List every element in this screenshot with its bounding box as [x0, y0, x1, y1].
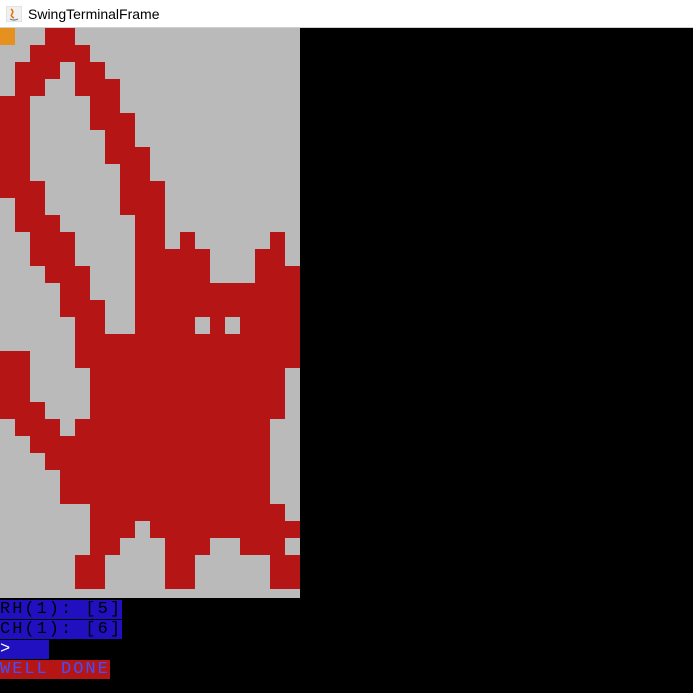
terminal-line: WELL DONE	[0, 660, 693, 680]
terminal-line: RH(1): [5]	[0, 600, 693, 620]
terminal-line: >	[0, 640, 693, 660]
window-titlebar[interactable]: SwingTerminalFrame	[0, 0, 693, 28]
window-title: SwingTerminalFrame	[28, 6, 159, 22]
terminal-line: CH(1): [6]	[0, 620, 693, 640]
terminal-client-area: RH(1): [5]CH(1): [6]> WELL DONE	[0, 28, 693, 693]
java-icon	[6, 6, 22, 22]
terminal-output: RH(1): [5]CH(1): [6]> WELL DONE	[0, 600, 693, 680]
pixel-art-cat	[0, 28, 300, 598]
